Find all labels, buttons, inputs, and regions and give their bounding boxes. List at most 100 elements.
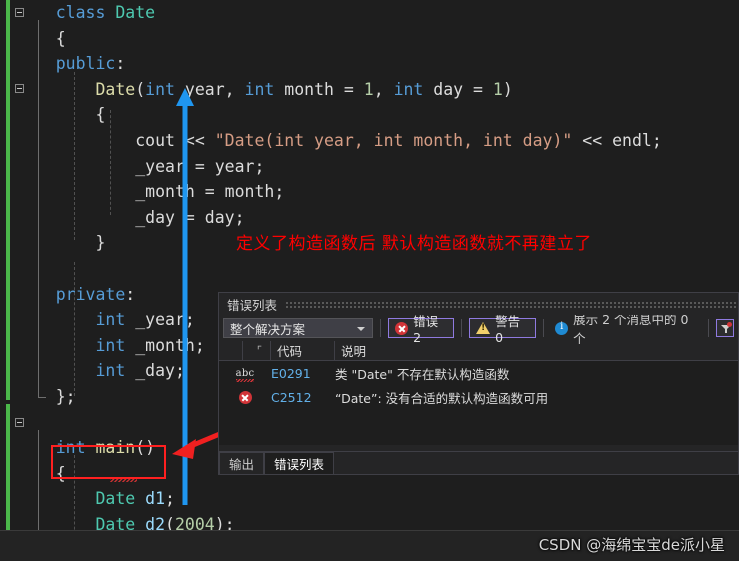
code-token: ; [234,207,245,227]
code-token: _month [135,182,195,202]
toolbar-separator-4 [708,319,710,337]
tab-output[interactable]: 输出 [219,452,265,474]
code-line: Date(int year, int month = 1, int day = … [0,77,662,103]
tab-error-list[interactable]: 错误列表 [264,452,335,474]
code-token: << [572,130,613,150]
code-token: year [214,156,255,176]
column-header-description[interactable]: 说明 [335,341,738,360]
code-token: ; [165,489,175,509]
code-token: ; [651,130,662,150]
code-token: ; [274,182,285,202]
code-token: { [55,28,66,48]
chevron-down-icon [357,327,366,331]
code-token: { [95,105,106,125]
code-line: _day = day; [0,205,662,231]
row-code: C2512 [271,389,312,405]
code-token: int [95,361,126,381]
code-token: main [95,438,136,458]
code-token: Date [95,79,136,99]
intellisense-abc-icon: abc [235,367,255,382]
toolbar-separator-1 [380,319,382,337]
code-token: ( [135,79,146,99]
code-token: int [393,79,424,99]
code-token: cout [135,130,175,150]
column-header-sort[interactable]: ⌜ [243,341,271,360]
error-squiggle-d1 [110,478,137,482]
code-token: { [55,463,66,483]
warnings-toggle-label: 警告 0 [495,314,521,345]
row-icon-cell [219,390,271,404]
code-line: Date d1; [0,486,662,512]
filter-active-dot [727,322,733,327]
code-token: _year [135,156,185,176]
watermark: CSDN @海绵宝宝de派小星 [538,536,725,554]
scope-filter-dropdown[interactable]: 整个解决方案 [223,318,374,338]
filter-icon[interactable] [716,319,735,337]
code-token: "Date(int year, int month, int day)" [214,130,573,150]
code-token: int [145,79,175,99]
error-icon [238,390,252,404]
error-list-title: 错误列表 [227,297,278,313]
red-annotation-text: 定义了构造函数后 默认构造函数就不再建立了 [236,234,592,254]
errors-toggle-button[interactable]: 错误 2 [388,314,455,345]
code-line: cout << "Date(int year, int month, int d… [0,128,662,154]
code-token: private [55,284,126,304]
code-token: : [115,54,126,74]
code-line: _month = month; [0,179,662,205]
code-token: int [55,438,86,458]
row-description: 类 "Date" 不存在默认构造函数 [335,366,510,382]
warning-icon [476,322,491,334]
code-token: = [194,182,225,202]
error-list-toolbar[interactable]: 整个解决方案 错误 2 警告 0 展示 2 个消息中的 0 个 [219,312,738,346]
code-token: () [135,438,156,458]
error-list-panel[interactable]: 错误列表 整个解决方案 错误 2 警告 0 展示 2 个消息中的 0 个 [218,292,739,475]
code-text[interactable]: class Date { public: Date(int year, int … [0,0,662,561]
messages-summary-button[interactable]: 展示 2 个消息中的 0 个 [551,312,701,346]
code-line: class Date [0,0,662,26]
column-header-code[interactable]: 代码 [271,341,335,360]
code-token: 1 [363,79,374,99]
row-description: “Date”: 没有合适的默认构造函数可用 [335,390,549,406]
tool-window-tabstrip[interactable]: 输出 错误列表 [219,451,738,474]
errors-toggle-label: 错误 2 [413,314,439,345]
code-token: _month; [125,335,205,355]
column-header-icon[interactable] [219,341,243,360]
info-icon [555,321,569,335]
table-row[interactable]: abc E0291 类 "Date" 不存在默认构造函数 [219,361,738,385]
code-token: year, [174,79,245,99]
code-token: _day [135,207,175,227]
table-row[interactable]: C2512 “Date”: 没有合适的默认构造函数可用 [219,385,738,409]
code-line: _year = year; [0,154,662,180]
filter-stem-shape [725,329,727,333]
titlebar-drag-dots[interactable] [285,300,738,308]
code-token: day [204,207,235,227]
code-token: ; [254,156,265,176]
code-editor[interactable]: class Date { public: Date(int year, int … [0,0,739,561]
code-line: public: [0,51,662,77]
code-token: 1 [492,79,503,99]
code-token: month [224,182,275,202]
code-token: endl [612,130,652,150]
code-line: { [0,102,662,128]
toolbar-separator-2 [461,319,463,337]
code-token: = [174,207,205,227]
code-token: = [184,156,215,176]
error-grid-header: ⌜ 代码 说明 [219,341,738,361]
scope-filter-value: 整个解决方案 [230,321,306,337]
error-grid-rows[interactable]: abc E0291 类 "Date" 不存在默认构造函数 C2512 “Date… [219,361,738,445]
toolbar-separator-3 [543,319,545,337]
code-token: day = [423,79,493,99]
code-token: int [244,79,275,99]
row-icon-cell: abc [219,367,271,382]
code-token: ) [502,79,513,99]
warnings-toggle-button[interactable]: 警告 0 [469,314,537,345]
code-token: d1 [145,489,166,509]
code-token: : [125,284,136,304]
code-token: class [55,3,116,22]
code-token: int [95,335,126,355]
code-token: } [95,233,106,253]
code-token: int [95,310,126,330]
code-token: _day; [125,361,185,381]
